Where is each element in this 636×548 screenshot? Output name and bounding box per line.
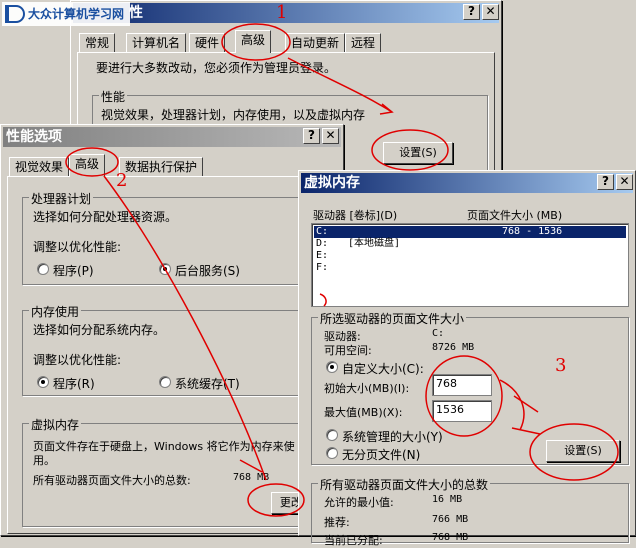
watermark-logo: 大众计算机学习网 (2, 2, 130, 26)
drive-list[interactable]: C: 768 - 1536 D: [本地磁盘] E: F: (311, 223, 629, 307)
system-managed-radio[interactable] (326, 429, 338, 441)
virtual-memory-titlebar: 虚拟内存 (301, 173, 633, 193)
tab-remote[interactable]: 远程 (345, 33, 382, 53)
help-button[interactable]: ? (597, 174, 614, 190)
list-item[interactable]: D: [本地磁盘] (314, 238, 626, 250)
total-paging-group: 所有驱动器页面文件大小的总数 允许的最小值: 16 MB 推荐: 766 MB … (311, 476, 629, 547)
drive-column-header: 驱动器 [卷标](D) (313, 209, 398, 222)
help-button[interactable]: ? (303, 128, 320, 144)
recommended-label: 推荐: (324, 516, 350, 529)
tab-visual-effects[interactable]: 视觉效果 (9, 157, 70, 177)
annotation-number-1: 1 (276, 2, 288, 23)
list-item[interactable]: C: 768 - 1536 (314, 226, 626, 238)
annotation-number-3: 3 (555, 355, 567, 376)
memory-system-cache-radio[interactable] (159, 376, 171, 388)
available-space-label: 可用空间: (324, 344, 372, 357)
cpu-programs-radio[interactable] (37, 263, 49, 275)
perf-advanced-panel: 处理器计划 选择如何分配处理器资源。 调整以优化性能: 程序(P) 后台服务(S… (7, 176, 339, 534)
performance-options-title: 性能选项 (6, 129, 62, 145)
size-column-header: 页面文件大小 (MB) (467, 209, 563, 222)
processor-scheduling-group: 处理器计划 选择如何分配处理器资源。 调整以优化性能: 程序(P) 后台服务(S… (22, 190, 332, 285)
performance-group-label: 性能 (99, 88, 128, 105)
tab-automatic-updates[interactable]: 自动更新 (285, 33, 346, 53)
tab-data-execution-prevention[interactable]: 数据执行保护 (119, 157, 204, 177)
no-paging-file-label: 无分页文件(N) (342, 448, 421, 462)
initial-size-input[interactable]: 768 (432, 374, 492, 396)
recommended-value: 766 MB (432, 514, 469, 525)
drive-value: C: (432, 328, 445, 339)
memory-adjust-label: 调整以优化性能: (33, 353, 122, 367)
virtual-memory-label: 虚拟内存 (29, 416, 82, 433)
memory-usage-label: 内存使用 (29, 303, 82, 320)
vm-description: 页面文件存在于硬盘上，Windows 将它作为内存来使 (33, 440, 295, 453)
set-button[interactable]: 设置(S) (546, 440, 620, 462)
cpu-description: 选择如何分配处理器资源。 (33, 210, 178, 224)
system-managed-label: 系统管理的大小(Y) (342, 430, 443, 444)
tab-computer-name[interactable]: 计算机名 (126, 33, 187, 53)
virtual-memory-window: 虚拟内存 ? ✕ 驱动器 [卷标](D) 页面文件大小 (MB) C: 768 … (298, 170, 636, 547)
currently-allocated-value: 768 MB (432, 532, 469, 543)
no-paging-file-radio[interactable] (326, 447, 338, 459)
list-item[interactable]: E: (314, 250, 626, 262)
admin-note: 要进行大多数改动，您必须作为管理员登录。 (96, 61, 337, 75)
selected-drive-label: 所选驱动器的页面文件大小 (318, 310, 467, 327)
help-button[interactable]: ? (463, 4, 480, 20)
memory-usage-group: 内存使用 选择如何分配系统内存。 调整以优化性能: 程序(R) 系统缓存(T) (22, 303, 332, 396)
performance-options-window: 性能选项 ? ✕ 视觉效果 高级 数据执行保护 处理器计划 选择如何分配处理器资… (0, 124, 344, 536)
close-button[interactable]: ✕ (482, 4, 499, 20)
memory-programs-label: 程序(R) (53, 377, 95, 391)
custom-size-label: 自定义大小(C): (342, 362, 424, 376)
memory-programs-radio[interactable] (37, 376, 49, 388)
performance-options-titlebar: 性能选项 (3, 127, 341, 147)
tab-advanced[interactable]: 高级 (235, 30, 272, 53)
cpu-background-radio[interactable] (159, 263, 171, 275)
performance-description: 视觉效果，处理器计划，内存使用，以及虚拟内存 (101, 108, 366, 122)
initial-size-label: 初始大小(MB)(I): (324, 382, 410, 395)
performance-settings-button[interactable]: 设置(S) (383, 142, 453, 164)
total-paging-label: 所有驱动器页面文件大小的总数 (318, 476, 491, 493)
selected-drive-group: 所选驱动器的页面文件大小 驱动器: C: 可用空间: 8726 MB 自定义大小… (311, 310, 629, 465)
window-title: 性 (129, 5, 143, 21)
tab-general[interactable]: 常规 (79, 33, 116, 53)
maximum-size-input[interactable]: 1536 (432, 400, 492, 422)
cpu-programs-label: 程序(P) (53, 264, 94, 278)
tab-advanced[interactable]: 高级 (69, 154, 106, 177)
minimum-allowed-value: 16 MB (432, 494, 463, 505)
virtual-memory-group: 虚拟内存 页面文件存在于硬盘上，Windows 将它作为内存来使 用。 所有驱动… (22, 416, 332, 527)
close-button[interactable]: ✕ (616, 174, 633, 190)
currently-allocated-label: 当前已分配: (324, 534, 383, 547)
cpu-adjust-label: 调整以优化性能: (33, 240, 122, 254)
custom-size-radio[interactable] (326, 361, 338, 373)
list-item[interactable]: F: (314, 262, 626, 274)
annotation-number-2: 2 (116, 170, 128, 191)
minimum-allowed-label: 允许的最小值: (324, 496, 394, 509)
watermark-text: 大众计算机学习网 (28, 7, 125, 21)
vm-description-cont: 用。 (33, 454, 55, 467)
memory-description: 选择如何分配系统内存。 (33, 323, 166, 337)
memory-system-cache-label: 系统缓存(T) (175, 377, 240, 391)
close-button[interactable]: ✕ (322, 128, 339, 144)
tab-hardware[interactable]: 硬件 (189, 33, 226, 53)
logo-icon (5, 5, 25, 23)
cpu-background-label: 后台服务(S) (175, 264, 240, 278)
processor-scheduling-label: 处理器计划 (29, 190, 94, 207)
vm-total-value: 768 MB (233, 472, 270, 483)
vm-total-label: 所有驱动器页面文件大小的总数: (33, 474, 191, 487)
available-space-value: 8726 MB (432, 342, 475, 353)
maximum-size-label: 最大值(MB)(X): (324, 406, 403, 419)
virtual-memory-title: 虚拟内存 (304, 175, 360, 191)
